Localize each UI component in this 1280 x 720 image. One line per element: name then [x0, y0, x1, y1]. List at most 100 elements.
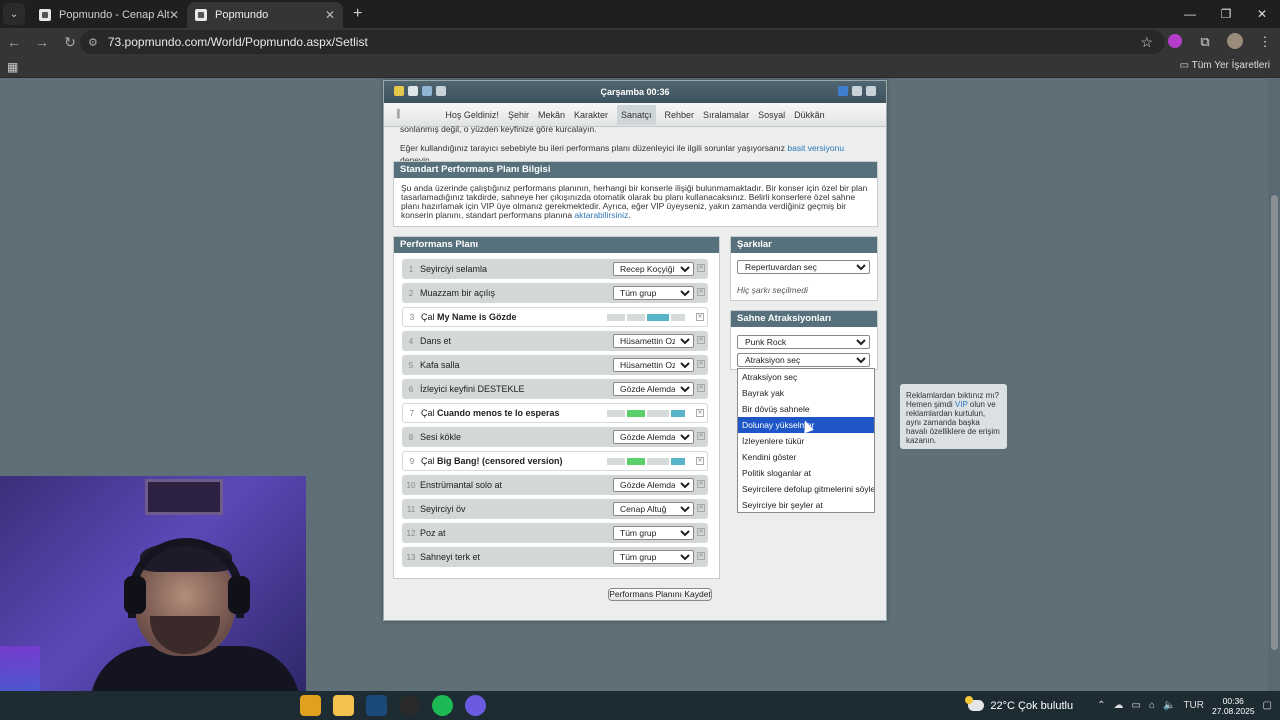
vip-link[interactable]: VIP [955, 400, 968, 409]
search-icon[interactable] [436, 86, 446, 96]
remove-row-icon[interactable]: ✕ [697, 504, 705, 512]
attraction-option[interactable]: İzleyenlere tükür [738, 433, 874, 449]
people-icon[interactable] [422, 86, 432, 96]
language-indicator[interactable]: TUR [1183, 700, 1204, 711]
menu-item-shop[interactable]: Dükkân [794, 110, 825, 120]
genre-select[interactable]: Punk Rock [737, 335, 870, 349]
transfer-link[interactable]: aktarabilirsiniz [574, 210, 628, 220]
apps-grid-icon[interactable]: ▦ [7, 60, 18, 74]
plan-row-action[interactable]: 13 Sahneyi terk et Tüm grup ✕ [402, 547, 708, 567]
remove-row-icon[interactable]: ✕ [696, 313, 704, 321]
bookmark-star-icon[interactable]: ☆ [1140, 34, 1153, 51]
plan-row-song[interactable]: 9 Çal Big Bang! (censored version) ✕ [402, 451, 708, 471]
mail-icon[interactable] [394, 86, 404, 96]
remove-row-icon[interactable]: ✕ [697, 432, 705, 440]
menu-item-guide[interactable]: Rehber [665, 110, 695, 120]
close-window-icon[interactable]: ✕ [1244, 0, 1280, 28]
menu-item-character[interactable]: Karakter [574, 110, 608, 120]
plan-row-action[interactable]: 2 Muazzam bir açılış Tüm grup ✕ [402, 283, 708, 303]
remove-row-icon[interactable]: ✕ [697, 480, 705, 488]
browser-menu-icon[interactable]: ⋮ [1250, 34, 1280, 50]
plan-row-action[interactable]: 1 Seyirciyi selamla Recep Koçyiğit ✕ [402, 259, 708, 279]
plan-row-song[interactable]: 7 Çal Cuando menos te lo esperas ✕ [402, 403, 708, 423]
plan-row-action[interactable]: 11 Seyirciyi öv Cenap Altuğ ✕ [402, 499, 708, 519]
attraction-option[interactable]: Bayrak yak [738, 385, 874, 401]
basic-version-link[interactable]: basit versiyonu [787, 143, 844, 153]
performer-select[interactable]: Tüm grup [613, 286, 694, 300]
volume-icon[interactable]: 🔈 [1163, 700, 1175, 711]
performer-select[interactable]: Gözde Alemdar [613, 382, 694, 396]
minimize-icon[interactable]: — [1172, 0, 1208, 28]
new-tab-button[interactable]: + [343, 5, 372, 28]
address-bar[interactable]: ⚙ 73.popmundo.com/World/Popmundo.aspx/Se… [80, 30, 1165, 54]
scrollbar-thumb[interactable] [1271, 195, 1278, 650]
song-repertoire-select[interactable]: Repertuvardan seç [737, 260, 870, 274]
help-icon[interactable] [838, 86, 848, 96]
menu-item-welcome[interactable]: Hoş Geldiniz! [445, 110, 499, 120]
logout-icon[interactable] [866, 86, 876, 96]
extension-icon[interactable] [1160, 33, 1190, 51]
obs-icon[interactable] [399, 695, 420, 716]
menu-item-city[interactable]: Şehir [508, 110, 529, 120]
site-info-icon[interactable]: ⚙ [88, 36, 98, 49]
plan-row-action[interactable]: 10 Enstrümantal solo at Gözde Alemdar ✕ [402, 475, 708, 495]
remove-row-icon[interactable]: ✕ [697, 360, 705, 368]
plan-row-action[interactable]: 8 Sesi kökle Gözde Alemdar ✕ [402, 427, 708, 447]
plan-row-song[interactable]: 3 Çal My Name is Gözde ✕ [402, 307, 708, 327]
browser-tab-2[interactable]: Popmundo ✕ [187, 2, 343, 28]
performer-select[interactable]: Gözde Alemdar [613, 430, 694, 444]
file-explorer-icon[interactable] [333, 695, 354, 716]
attraction-option[interactable]: Seyirciye bir şeyler at [738, 497, 874, 513]
menu-item-rankings[interactable]: Sıralamalar [703, 110, 749, 120]
plan-row-action[interactable]: 6 İzleyici keyfini DESTEKLE Gözde Alemdar ✕ [402, 379, 708, 399]
chrome-taskbar-icon[interactable] [300, 695, 321, 716]
spotify-icon[interactable] [432, 695, 453, 716]
attraction-option[interactable]: Bir dövüş sahnele [738, 401, 874, 417]
menu-item-artist[interactable]: Sanatçı [616, 104, 656, 125]
remove-row-icon[interactable]: ✕ [697, 288, 705, 296]
browser-tab-1[interactable]: Popmundo - Cenap Altuğ ✕ [31, 2, 187, 28]
remove-row-icon[interactable]: ✕ [696, 409, 704, 417]
steam-icon[interactable] [366, 695, 387, 716]
performer-select[interactable]: Gözde Alemdar [613, 478, 694, 492]
remove-row-icon[interactable]: ✕ [697, 552, 705, 560]
attraction-option[interactable]: Atraksiyon seç [738, 369, 874, 385]
attraction-select[interactable]: Atraksiyon seç [737, 353, 870, 367]
extensions-puzzle-icon[interactable]: ⧉ [1190, 34, 1220, 50]
close-tab-icon[interactable]: ✕ [169, 8, 179, 22]
discord-icon[interactable] [465, 695, 486, 716]
plan-row-action[interactable]: 12 Poz at Tüm grup ✕ [402, 523, 708, 543]
tab-search-button[interactable]: ⌄ [3, 3, 25, 25]
user-icon[interactable] [852, 86, 862, 96]
performer-select[interactable]: Recep Koçyiğit [613, 262, 694, 276]
restore-icon[interactable]: ❐ [1208, 0, 1244, 28]
menu-item-locale[interactable]: Mekân [538, 110, 565, 120]
chat-icon[interactable] [408, 86, 418, 96]
performer-select[interactable]: Tüm grup [613, 526, 694, 540]
menu-item-social[interactable]: Sosyal [758, 110, 785, 120]
profile-avatar[interactable] [1220, 32, 1250, 52]
display-icon[interactable]: ▭ [1131, 700, 1140, 711]
remove-row-icon[interactable]: ✕ [697, 384, 705, 392]
attraction-option[interactable]: Kendini göster [738, 449, 874, 465]
plan-row-action[interactable]: 5 Kafa salla Hüsamettin Ozan ✕ [402, 355, 708, 375]
notification-icon[interactable]: ▢ [1263, 700, 1272, 711]
forward-icon[interactable]: → [28, 34, 56, 50]
performer-select[interactable]: Tüm grup [613, 550, 694, 564]
remove-row-icon[interactable]: ✕ [697, 264, 705, 272]
performer-select[interactable]: Hüsamettin Ozan [613, 334, 694, 348]
remove-row-icon[interactable]: ✕ [697, 528, 705, 536]
save-performance-plan-button[interactable]: Performans Planını Kaydet [608, 588, 712, 601]
remove-row-icon[interactable]: ✕ [696, 457, 704, 465]
network-icon[interactable]: ⌂ [1149, 700, 1155, 711]
performer-select[interactable]: Cenap Altuğ [613, 502, 694, 516]
all-bookmarks-button[interactable]: ▭ Tüm Yer İşaretleri [1180, 60, 1270, 71]
attraction-option[interactable]: Seyircilere defolup gitmelerini söyle [738, 481, 874, 497]
close-tab-icon[interactable]: ✕ [325, 8, 335, 22]
remove-row-icon[interactable]: ✕ [697, 336, 705, 344]
plan-row-action[interactable]: 4 Dans et Hüsamettin Ozan ✕ [402, 331, 708, 351]
attraction-option[interactable]: Politik sloganlar at [738, 465, 874, 481]
performer-select[interactable]: Hüsamettin Ozan [613, 358, 694, 372]
chevron-up-icon[interactable]: ⌃ [1097, 700, 1105, 711]
weather-widget[interactable]: 22°C Çok bulutlu [965, 696, 1073, 712]
